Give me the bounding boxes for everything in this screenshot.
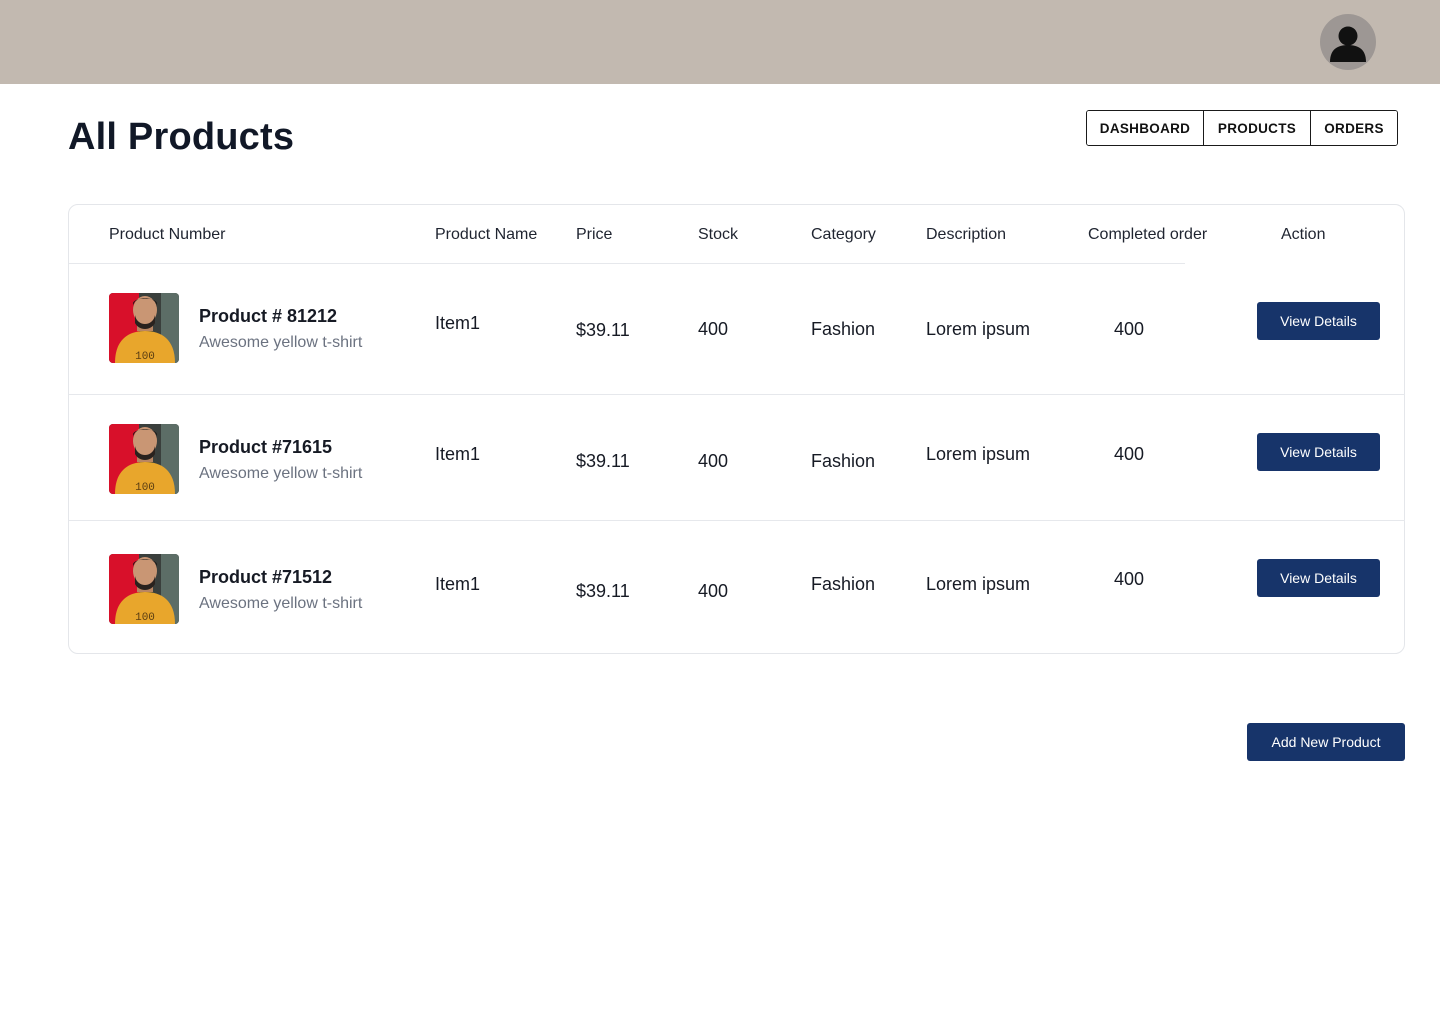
page-title: All Products (68, 116, 295, 158)
product-price: $39.11 (576, 451, 630, 471)
user-avatar-icon[interactable] (1320, 14, 1376, 70)
product-category: Fashion (811, 574, 876, 594)
product-name: Item1 (435, 313, 481, 333)
product-number: Product #71615 (199, 437, 333, 457)
product-subtitle: Awesome yellow t-shirt (199, 595, 363, 612)
product-stock: 400 (698, 581, 729, 601)
product-subtitle: Awesome yellow t-shirt (199, 334, 363, 351)
product-price: $39.11 (576, 581, 630, 601)
svg-text:100: 100 (135, 482, 155, 494)
product-completed-orders: 400 (1114, 444, 1145, 464)
product-description: Lorem ipsum (926, 444, 1031, 464)
view-details-button[interactable]: View Details (1257, 433, 1380, 471)
product-category: Fashion (811, 451, 876, 471)
column-header-product-number: Product Number (109, 226, 226, 243)
product-completed-orders: 400 (1114, 569, 1145, 589)
product-thumbnail: 100 (109, 554, 179, 624)
view-details-button[interactable]: View Details (1257, 559, 1380, 597)
column-header-completed-order: Completed order (1088, 226, 1208, 243)
column-header-description: Description (926, 226, 1007, 243)
product-price: $39.11 (576, 320, 630, 340)
table-row: 100 Product #71512 Awesome yellow t-shir… (69, 521, 1404, 651)
nav-orders[interactable]: ORDERS (1310, 111, 1397, 145)
product-completed-orders: 400 (1114, 319, 1145, 339)
column-header-price: Price (576, 226, 613, 243)
view-details-button[interactable]: View Details (1257, 302, 1380, 340)
product-number: Product # 81212 (199, 306, 338, 326)
column-header-product-name: Product Name (435, 226, 538, 243)
product-description: Lorem ipsum (926, 574, 1031, 594)
product-stock: 400 (698, 319, 729, 339)
top-navigation: DASHBOARD PRODUCTS ORDERS (1086, 110, 1398, 146)
products-table: Product Number Product Name Price Stock … (68, 204, 1405, 654)
column-header-stock: Stock (698, 226, 739, 243)
column-header-action: Action (1281, 226, 1326, 243)
svg-text:100: 100 (135, 612, 155, 624)
table-row: 100 Product # 81212 Awesome yellow t-shi… (69, 264, 1404, 394)
product-name: Item1 (435, 444, 481, 464)
product-description: Lorem ipsum (926, 319, 1031, 339)
product-thumbnail: 100 (109, 424, 179, 494)
column-header-category: Category (811, 226, 876, 243)
add-new-product-button[interactable]: Add New Product (1247, 723, 1405, 761)
product-subtitle: Awesome yellow t-shirt (199, 465, 363, 482)
svg-text:100: 100 (135, 351, 155, 363)
nav-products[interactable]: PRODUCTS (1203, 111, 1310, 145)
top-header-bar (0, 0, 1440, 84)
product-stock: 400 (698, 451, 729, 471)
person-silhouette-icon (1330, 26, 1366, 62)
nav-dashboard[interactable]: DASHBOARD (1087, 111, 1203, 145)
table-row: 100 Product #71615 Awesome yellow t-shir… (69, 395, 1404, 521)
product-thumbnail: 100 (109, 293, 179, 363)
product-category: Fashion (811, 319, 876, 339)
product-number: Product #71512 (199, 567, 333, 587)
product-name: Item1 (435, 574, 481, 594)
